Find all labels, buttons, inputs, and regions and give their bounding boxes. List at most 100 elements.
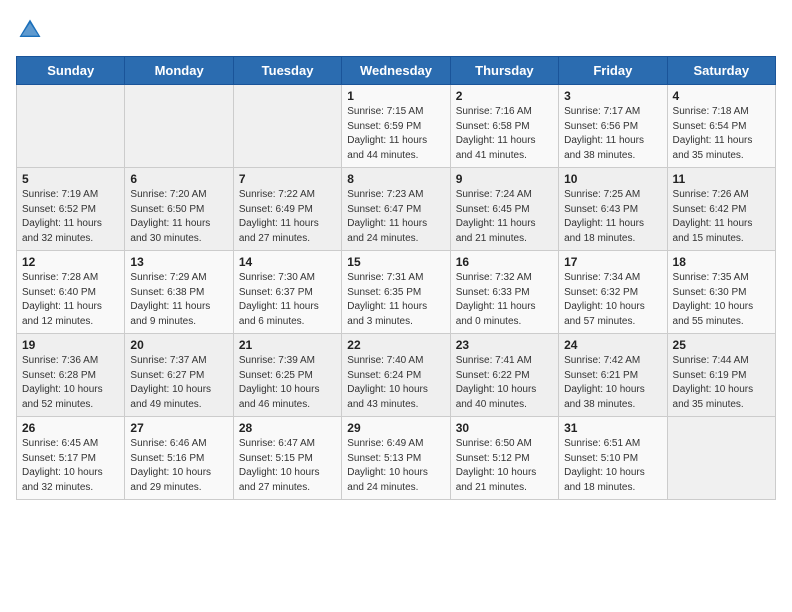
logo-icon bbox=[16, 16, 44, 44]
day-info: Sunrise: 7:28 AM Sunset: 6:40 PM Dayligh… bbox=[22, 271, 119, 329]
week-row-1: 1 Sunrise: 7:15 AM Sunset: 6:59 PM Daylig… bbox=[17, 85, 776, 168]
calendar-table: SundayMondayTuesdayWednesdayThursdayFrid… bbox=[16, 56, 776, 500]
calendar-cell: 30Sunrise: 6:50 AM Sunset: 5:12 PM Dayli… bbox=[450, 417, 558, 500]
calendar-cell: 19Sunrise: 7:36 AM Sunset: 6:28 PM Dayli… bbox=[17, 334, 125, 417]
day-number: 28 bbox=[239, 421, 336, 435]
day-info: Sunrise: 7:17 AM Sunset: 6:56 PM Dayligh… bbox=[564, 105, 661, 163]
day-number: 21 bbox=[239, 338, 336, 352]
calendar-cell: 22 Sunrise: 7:40 AM Sunset: 6:24 PM Dayli… bbox=[342, 334, 450, 417]
calendar-cell: 31 Sunrise: 6:51 AM Sunset: 5:10 PM Dayli… bbox=[559, 417, 667, 500]
day-number: 25 bbox=[673, 338, 770, 352]
day-number: 1 bbox=[347, 89, 444, 103]
calendar-cell: 18Sunrise: 7:35 AM Sunset: 6:30 PM Dayli… bbox=[667, 251, 775, 334]
day-header-monday: Monday bbox=[125, 57, 233, 85]
day-header-sunday: Sunday bbox=[17, 57, 125, 85]
calendar-cell: 23 Sunrise: 7:41 AM Sunset: 6:22 PM Dayli… bbox=[450, 334, 558, 417]
day-number: 6 bbox=[130, 172, 227, 186]
logo bbox=[16, 16, 48, 44]
day-info: Sunrise: 7:19 AM Sunset: 6:52 PM Dayligh… bbox=[22, 188, 119, 246]
day-header-friday: Friday bbox=[559, 57, 667, 85]
calendar-cell: 14 Sunrise: 7:30 AM Sunset: 6:37 PM Dayli… bbox=[233, 251, 341, 334]
day-number: 14 bbox=[239, 255, 336, 269]
day-number: 11 bbox=[673, 172, 770, 186]
day-info: Sunrise: 7:35 AM Sunset: 6:30 PM Dayligh… bbox=[673, 271, 770, 329]
day-info: Sunrise: 6:50 AM Sunset: 5:12 PM Dayligh… bbox=[456, 437, 553, 495]
day-info: Sunrise: 7:32 AM Sunset: 6:33 PM Dayligh… bbox=[456, 271, 553, 329]
calendar-cell: 10 Sunrise: 7:25 AM Sunset: 6:43 PM Dayli… bbox=[559, 168, 667, 251]
day-info: Sunrise: 7:30 AM Sunset: 6:37 PM Dayligh… bbox=[239, 271, 336, 329]
calendar-cell: 2 Sunrise: 7:16 AM Sunset: 6:58 PM Daylig… bbox=[450, 85, 558, 168]
day-info: Sunrise: 7:16 AM Sunset: 6:58 PM Dayligh… bbox=[456, 105, 553, 163]
calendar-cell bbox=[667, 417, 775, 500]
day-number: 29 bbox=[347, 421, 444, 435]
calendar-cell: 26 Sunrise: 6:45 AM Sunset: 5:17 PM Dayli… bbox=[17, 417, 125, 500]
calendar-cell: 29 Sunrise: 6:49 AM Sunset: 5:13 PM Dayli… bbox=[342, 417, 450, 500]
day-number: 17 bbox=[564, 255, 661, 269]
day-number: 4 bbox=[673, 89, 770, 103]
calendar-cell: 6Sunrise: 7:20 AM Sunset: 6:50 PM Daylig… bbox=[125, 168, 233, 251]
day-info: Sunrise: 7:23 AM Sunset: 6:47 PM Dayligh… bbox=[347, 188, 444, 246]
calendar-cell: 9 Sunrise: 7:24 AM Sunset: 6:45 PM Daylig… bbox=[450, 168, 558, 251]
day-info: Sunrise: 7:37 AM Sunset: 6:27 PM Dayligh… bbox=[130, 354, 227, 412]
day-number: 7 bbox=[239, 172, 336, 186]
day-info: Sunrise: 7:15 AM Sunset: 6:59 PM Dayligh… bbox=[347, 105, 444, 163]
calendar-cell: 7 Sunrise: 7:22 AM Sunset: 6:49 PM Daylig… bbox=[233, 168, 341, 251]
calendar-cell: 13 Sunrise: 7:29 AM Sunset: 6:38 PM Dayli… bbox=[125, 251, 233, 334]
day-info: Sunrise: 6:47 AM Sunset: 5:15 PM Dayligh… bbox=[239, 437, 336, 495]
day-info: Sunrise: 7:31 AM Sunset: 6:35 PM Dayligh… bbox=[347, 271, 444, 329]
calendar-cell: 11 Sunrise: 7:26 AM Sunset: 6:42 PM Dayli… bbox=[667, 168, 775, 251]
calendar-cell: 24 Sunrise: 7:42 AM Sunset: 6:21 PM Dayli… bbox=[559, 334, 667, 417]
day-header-wednesday: Wednesday bbox=[342, 57, 450, 85]
day-info: Sunrise: 6:45 AM Sunset: 5:17 PM Dayligh… bbox=[22, 437, 119, 495]
calendar-cell: 4 Sunrise: 7:18 AM Sunset: 6:54 PM Daylig… bbox=[667, 85, 775, 168]
day-number: 16 bbox=[456, 255, 553, 269]
calendar-cell: 8 Sunrise: 7:23 AM Sunset: 6:47 PM Daylig… bbox=[342, 168, 450, 251]
calendar-cell: 21 Sunrise: 7:39 AM Sunset: 6:25 PM Dayli… bbox=[233, 334, 341, 417]
calendar-cell: 3 Sunrise: 7:17 AM Sunset: 6:56 PM Daylig… bbox=[559, 85, 667, 168]
day-number: 10 bbox=[564, 172, 661, 186]
day-header-tuesday: Tuesday bbox=[233, 57, 341, 85]
day-number: 2 bbox=[456, 89, 553, 103]
day-number: 3 bbox=[564, 89, 661, 103]
day-number: 8 bbox=[347, 172, 444, 186]
day-header-thursday: Thursday bbox=[450, 57, 558, 85]
day-number: 31 bbox=[564, 421, 661, 435]
calendar-cell: 17Sunrise: 7:34 AM Sunset: 6:32 PM Dayli… bbox=[559, 251, 667, 334]
calendar-cell: 12 Sunrise: 7:28 AM Sunset: 6:40 PM Dayli… bbox=[17, 251, 125, 334]
calendar-cell: 27 Sunrise: 6:46 AM Sunset: 5:16 PM Dayli… bbox=[125, 417, 233, 500]
calendar-cell: 25Sunrise: 7:44 AM Sunset: 6:19 PM Dayli… bbox=[667, 334, 775, 417]
day-number: 9 bbox=[456, 172, 553, 186]
calendar-header-row: SundayMondayTuesdayWednesdayThursdayFrid… bbox=[17, 57, 776, 85]
day-number: 12 bbox=[22, 255, 119, 269]
calendar-cell bbox=[125, 85, 233, 168]
day-number: 24 bbox=[564, 338, 661, 352]
day-number: 22 bbox=[347, 338, 444, 352]
day-number: 23 bbox=[456, 338, 553, 352]
day-number: 26 bbox=[22, 421, 119, 435]
calendar-cell: 15 Sunrise: 7:31 AM Sunset: 6:35 PM Dayli… bbox=[342, 251, 450, 334]
day-info: Sunrise: 7:40 AM Sunset: 6:24 PM Dayligh… bbox=[347, 354, 444, 412]
calendar-cell: 16 Sunrise: 7:32 AM Sunset: 6:33 PM Dayli… bbox=[450, 251, 558, 334]
day-info: Sunrise: 7:41 AM Sunset: 6:22 PM Dayligh… bbox=[456, 354, 553, 412]
day-info: Sunrise: 6:51 AM Sunset: 5:10 PM Dayligh… bbox=[564, 437, 661, 495]
week-row-5: 26 Sunrise: 6:45 AM Sunset: 5:17 PM Dayli… bbox=[17, 417, 776, 500]
day-info: Sunrise: 7:42 AM Sunset: 6:21 PM Dayligh… bbox=[564, 354, 661, 412]
day-number: 15 bbox=[347, 255, 444, 269]
day-number: 27 bbox=[130, 421, 227, 435]
day-info: Sunrise: 6:49 AM Sunset: 5:13 PM Dayligh… bbox=[347, 437, 444, 495]
day-info: Sunrise: 7:26 AM Sunset: 6:42 PM Dayligh… bbox=[673, 188, 770, 246]
day-info: Sunrise: 6:46 AM Sunset: 5:16 PM Dayligh… bbox=[130, 437, 227, 495]
week-row-4: 19Sunrise: 7:36 AM Sunset: 6:28 PM Dayli… bbox=[17, 334, 776, 417]
day-info: Sunrise: 7:22 AM Sunset: 6:49 PM Dayligh… bbox=[239, 188, 336, 246]
day-info: Sunrise: 7:18 AM Sunset: 6:54 PM Dayligh… bbox=[673, 105, 770, 163]
week-row-3: 12 Sunrise: 7:28 AM Sunset: 6:40 PM Dayli… bbox=[17, 251, 776, 334]
day-number: 13 bbox=[130, 255, 227, 269]
week-row-2: 5Sunrise: 7:19 AM Sunset: 6:52 PM Daylig… bbox=[17, 168, 776, 251]
calendar-cell: 1 Sunrise: 7:15 AM Sunset: 6:59 PM Daylig… bbox=[342, 85, 450, 168]
calendar-cell bbox=[233, 85, 341, 168]
day-info: Sunrise: 7:39 AM Sunset: 6:25 PM Dayligh… bbox=[239, 354, 336, 412]
day-info: Sunrise: 7:25 AM Sunset: 6:43 PM Dayligh… bbox=[564, 188, 661, 246]
day-info: Sunrise: 7:24 AM Sunset: 6:45 PM Dayligh… bbox=[456, 188, 553, 246]
calendar-cell: 20Sunrise: 7:37 AM Sunset: 6:27 PM Dayli… bbox=[125, 334, 233, 417]
day-info: Sunrise: 7:29 AM Sunset: 6:38 PM Dayligh… bbox=[130, 271, 227, 329]
